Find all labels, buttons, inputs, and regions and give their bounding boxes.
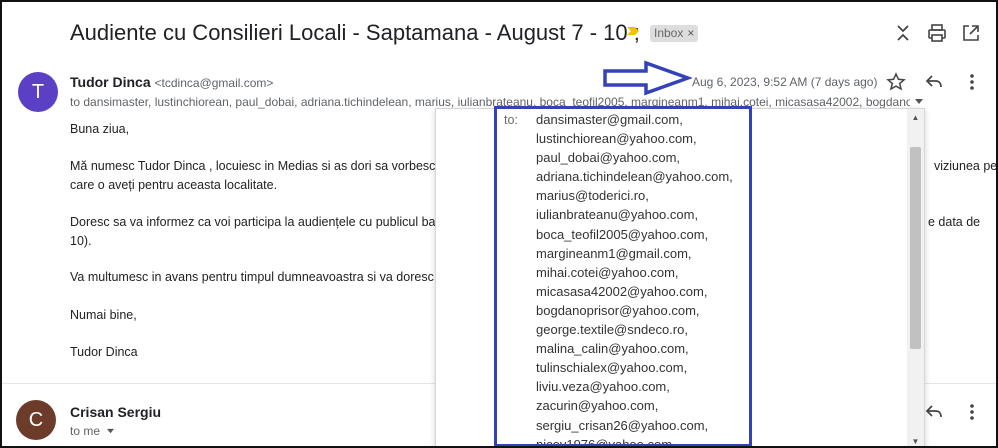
star-icon[interactable] [886, 72, 906, 92]
more-vert-icon[interactable] [962, 402, 982, 422]
dropdown-caret-icon[interactable] [914, 98, 924, 106]
sender-name[interactable]: Crisan Sergiu [70, 404, 161, 420]
arrow-annotation-icon [603, 60, 692, 96]
importance-marker-icon[interactable] [626, 24, 640, 38]
dropdown-caret-icon[interactable] [106, 428, 115, 435]
sender-avatar[interactable]: C [16, 400, 56, 440]
body-paragraph-2: Doresc sa va informez ca voi participa l… [70, 215, 436, 229]
recipients-line[interactable]: to dansimaster, lustinchiorean, paul_dob… [70, 95, 910, 109]
reply-icon[interactable] [924, 72, 944, 92]
body-greeting: Buna ziua, [70, 122, 130, 136]
body-closing: Numai bine, [70, 308, 137, 322]
more-vert-icon[interactable] [962, 72, 982, 92]
body-signature: Tudor Dinca [70, 345, 138, 359]
scroll-up-icon[interactable]: ▲ [907, 111, 924, 125]
to-me-line[interactable]: to me [70, 424, 115, 438]
recipients-text: to dansimaster, lustinchiorean, paul_dob… [70, 95, 910, 109]
sender-avatar[interactable]: T [18, 72, 58, 112]
email-subject: Audiente cu Consilieri Locali - Saptaman… [70, 20, 640, 45]
sender-name[interactable]: Tudor Dinca [70, 74, 151, 90]
sender-email: <tcdinca@gmail.com> [154, 76, 274, 90]
reply-icon[interactable] [924, 402, 944, 422]
body-paragraph-1-tail: viziunea pe [934, 159, 998, 173]
body-paragraph-3: Va multumesc in avans pentru timpul dumn… [70, 270, 434, 284]
print-icon[interactable] [926, 22, 948, 44]
collapse-all-icon[interactable] [892, 22, 914, 44]
scroll-thumb[interactable] [910, 147, 921, 349]
sender-line: Tudor Dinca <tcdinca@gmail.com> [70, 74, 273, 90]
highlight-annotation-box [494, 106, 752, 446]
body-paragraph-1: Mă numesc Tudor Dinca , locuiesc in Medi… [70, 159, 436, 173]
label-text: Inbox [654, 26, 684, 40]
message-date: Aug 6, 2023, 9:52 AM (7 days ago) [692, 75, 878, 89]
body-paragraph-2-tail: e data de [928, 215, 981, 229]
body-paragraph-1-line2: care o aveți pentru aceasta localitate. [70, 178, 278, 192]
open-new-window-icon[interactable] [960, 22, 982, 44]
remove-label-icon[interactable]: × [687, 25, 694, 42]
body-paragraph-2-line2: 10). [70, 234, 92, 248]
inbox-label-chip[interactable]: Inbox × [650, 25, 699, 42]
scroll-down-icon[interactable]: ▼ [907, 435, 924, 446]
gmail-message-view: Audiente cu Consilieri Locali - Saptaman… [0, 0, 998, 448]
popup-scrollbar[interactable]: ▲ ▼ [907, 109, 924, 446]
to-me-text: to me [70, 424, 101, 438]
